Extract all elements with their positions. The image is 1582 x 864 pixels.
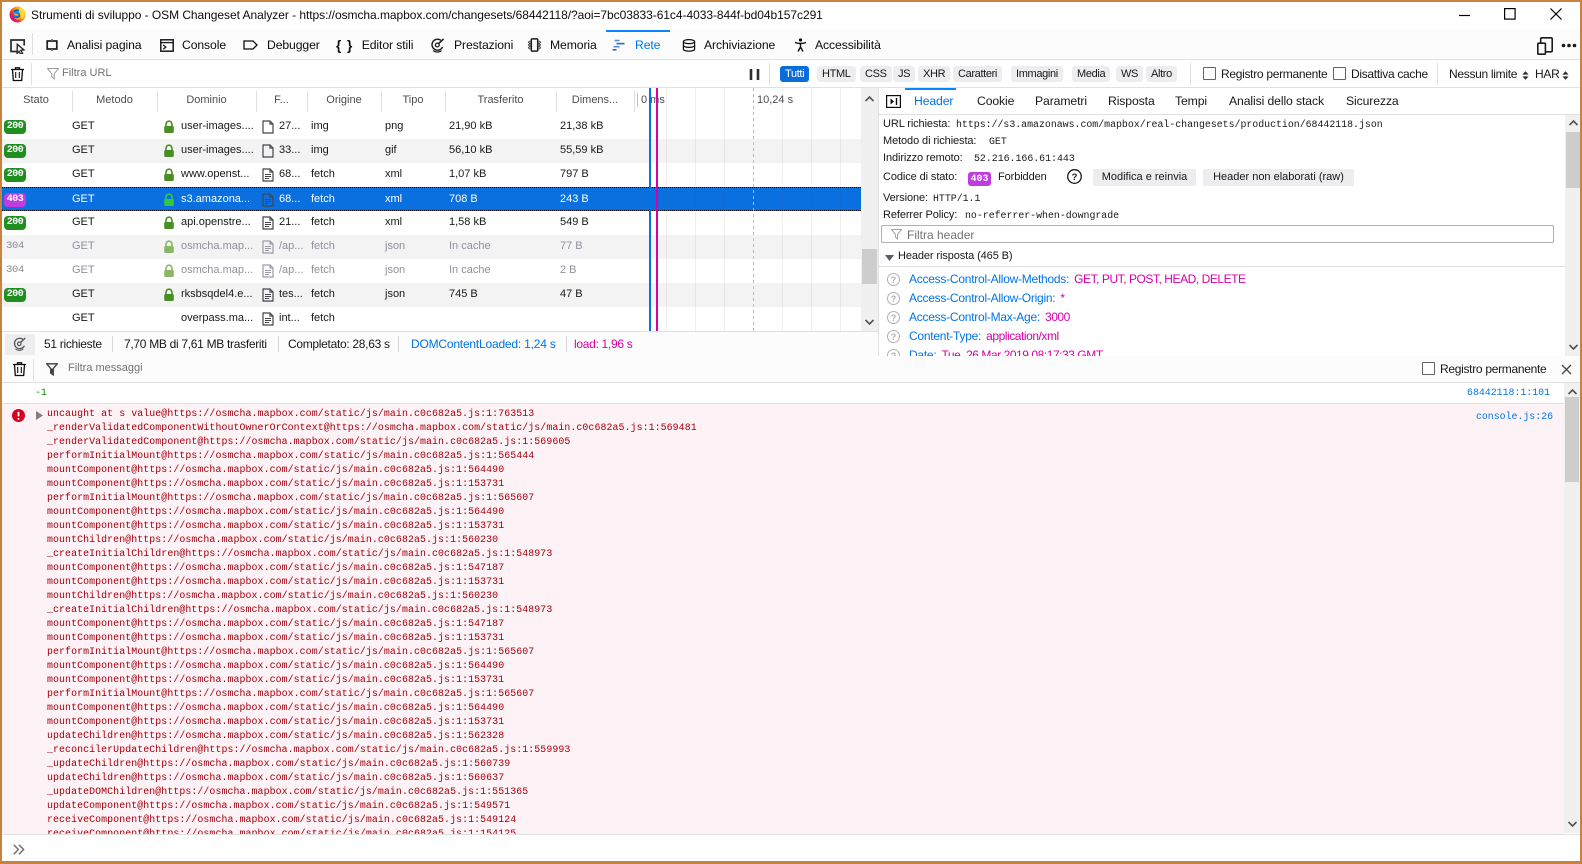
svg-text:?: ?	[1072, 172, 1078, 183]
